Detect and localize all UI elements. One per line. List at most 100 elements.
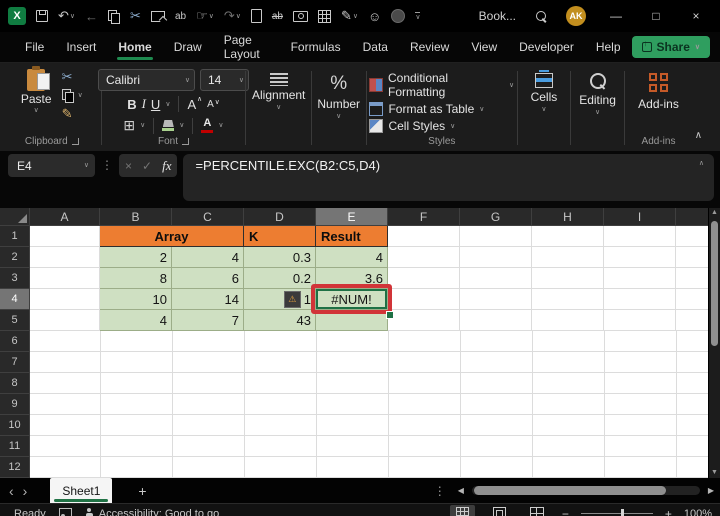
fill-handle[interactable] <box>386 311 394 319</box>
cell-f2[interactable] <box>388 247 460 268</box>
column-header-h[interactable]: H <box>532 208 604 226</box>
account-avatar[interactable]: AK <box>566 6 586 26</box>
zoom-out-button[interactable]: − <box>562 507 569 516</box>
row-header-12[interactable]: 12 <box>0 457 30 478</box>
scroll-up-icon[interactable]: ▲ <box>711 208 718 218</box>
cell-e4-active[interactable]: #NUM! <box>316 289 388 310</box>
font-size-select[interactable]: 14 ∨ <box>199 69 249 91</box>
table-lookup-button[interactable] <box>318 9 331 23</box>
column-header-f[interactable]: F <box>388 208 460 226</box>
column-header-d[interactable]: D <box>244 208 316 226</box>
copy-button[interactable] <box>108 9 121 24</box>
cell-h5[interactable] <box>532 310 604 331</box>
italic-button[interactable]: I <box>142 96 146 112</box>
picture-button[interactable] <box>150 10 165 22</box>
vertical-scroll-thumb[interactable] <box>711 221 718 346</box>
error-warning-button[interactable]: ⚠ <box>283 290 301 308</box>
cell-g1[interactable] <box>460 226 532 247</box>
cell-h4[interactable] <box>532 289 604 310</box>
collapse-formula-bar-button[interactable]: ∧ <box>699 160 704 167</box>
insert-function-button[interactable]: fx <box>162 158 171 174</box>
row-header-4[interactable]: 4 <box>0 289 30 310</box>
formula-bar-handle[interactable]: ⋮ <box>101 154 113 172</box>
enter-button[interactable]: ✓ <box>142 159 152 173</box>
copy-button[interactable]: ∨ <box>61 89 83 103</box>
horizontal-scrollbar[interactable] <box>471 486 700 495</box>
cell-a2[interactable] <box>30 247 100 268</box>
row-header-1[interactable]: 1 <box>0 226 30 247</box>
dialog-launcher-icon[interactable] <box>181 138 189 145</box>
accessibility-status[interactable]: Accessibility: Good to go <box>85 507 219 516</box>
borders-button[interactable]: ⊞ <box>123 117 135 134</box>
cell-a1[interactable] <box>30 226 100 247</box>
collapse-ribbon-button[interactable]: ∧ <box>689 130 716 151</box>
new-file-button[interactable] <box>250 9 262 23</box>
next-sheet-button[interactable]: › <box>23 483 37 499</box>
cell-c2[interactable]: 4 <box>172 247 244 268</box>
tab-home[interactable]: Home <box>107 32 162 62</box>
cell-g5[interactable] <box>460 310 532 331</box>
row-header-2[interactable]: 2 <box>0 247 30 268</box>
paste-button[interactable]: Paste ∨ <box>21 66 52 122</box>
cut-button[interactable]: ✂ <box>130 8 141 24</box>
cell-d5[interactable]: 43 <box>244 310 316 331</box>
cell-h3[interactable] <box>532 268 604 289</box>
cell-a3[interactable] <box>30 268 100 289</box>
share-button[interactable]: Share ∨ <box>631 36 710 58</box>
tab-developer[interactable]: Developer <box>508 32 585 62</box>
add-sheet-button[interactable]: + <box>138 483 146 499</box>
column-header-e[interactable]: E <box>316 208 388 226</box>
search-icon[interactable] <box>536 11 546 21</box>
cell-h1[interactable] <box>532 226 604 247</box>
scroll-left-icon[interactable]: ◀ <box>458 486 464 495</box>
contact-search-button[interactable]: ☺ <box>368 9 381 24</box>
cell-d2[interactable]: 0.3 <box>244 247 316 268</box>
tab-help[interactable]: Help <box>585 32 632 62</box>
cell-g2[interactable] <box>460 247 532 268</box>
row-header-9[interactable]: 9 <box>0 394 30 415</box>
cell-b1-c1-array-header[interactable]: Array <box>100 226 244 247</box>
underline-button[interactable]: U <box>151 97 160 112</box>
cell-e1-result-header[interactable]: Result <box>316 226 388 247</box>
fill-color-button[interactable] <box>162 120 175 131</box>
alignment-button[interactable]: Alignment ∨ <box>252 73 305 111</box>
row-header-8[interactable]: 8 <box>0 373 30 394</box>
scroll-right-icon[interactable]: ▶ <box>708 486 714 495</box>
cell-d3[interactable]: 0.2 <box>244 268 316 289</box>
addins-button[interactable]: Add-ins <box>638 73 679 111</box>
camera-button[interactable] <box>293 10 308 22</box>
formula-input[interactable]: =PERCENTILE.EXC(B2:C5,D4) ∧ <box>183 154 714 201</box>
zoom-slider[interactable] <box>580 509 653 516</box>
dialog-launcher-icon[interactable] <box>71 138 79 145</box>
cell-i3[interactable] <box>604 268 676 289</box>
column-header-c[interactable]: C <box>172 208 244 226</box>
cut-button[interactable]: ✂ <box>62 69 73 85</box>
cell-c5[interactable]: 7 <box>172 310 244 331</box>
cell-b5[interactable]: 4 <box>100 310 172 331</box>
editing-button[interactable]: Editing ∨ <box>579 73 616 116</box>
undo-button[interactable]: ↶ ∨ <box>58 8 75 24</box>
cell-i4[interactable] <box>604 289 676 310</box>
zoom-slider-thumb[interactable] <box>620 509 624 516</box>
row-header-6[interactable]: 6 <box>0 331 30 352</box>
font-color-button[interactable]: A <box>201 118 214 133</box>
cell-e3[interactable]: 3.6 <box>316 268 388 289</box>
name-box[interactable]: E4 ∨ <box>8 154 95 177</box>
draw-export-button[interactable]: ✎ ∨ <box>341 8 358 24</box>
cell-c3[interactable]: 6 <box>172 268 244 289</box>
maximize-button[interactable]: □ <box>646 9 666 23</box>
vertical-scrollbar[interactable]: ▲ ▼ <box>708 208 720 478</box>
cell-i2[interactable] <box>604 247 676 268</box>
decrease-font-size-button[interactable]: A ∨ <box>207 99 220 110</box>
row-header-10[interactable]: 10 <box>0 415 30 436</box>
sheet-tab-sheet1[interactable]: Sheet1 <box>50 478 113 503</box>
cell-c4[interactable]: 14 <box>172 289 244 310</box>
tab-insert[interactable]: Insert <box>55 32 107 62</box>
cell-f5[interactable] <box>388 310 460 331</box>
cell-i1[interactable] <box>604 226 676 247</box>
horizontal-scroll-thumb[interactable] <box>473 486 666 495</box>
zoom-level[interactable]: 100% <box>684 508 712 516</box>
page-layout-view-button[interactable] <box>487 505 512 516</box>
close-button[interactable]: × <box>686 9 706 23</box>
cancel-button[interactable]: × <box>125 159 132 173</box>
